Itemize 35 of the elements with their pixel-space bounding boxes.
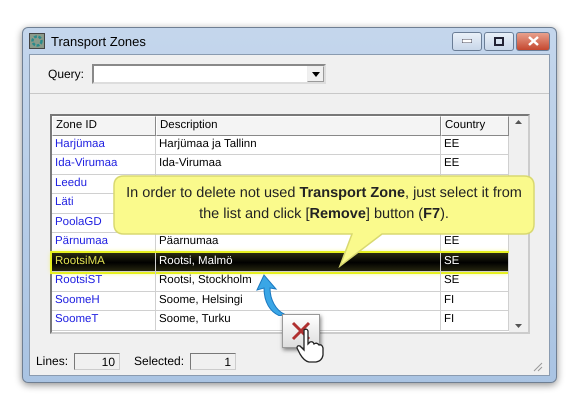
lines-count: 10 (74, 352, 120, 370)
table-row[interactable]: Harjümaa Harjümaa ja Tallinn EE (52, 136, 509, 155)
table-cell: RootsiMA (52, 252, 156, 272)
table-cell: Harjümaa (52, 136, 156, 155)
selected-label: Selected: (134, 354, 184, 368)
lines-label: Lines: (36, 354, 68, 368)
maximize-button[interactable] (484, 32, 514, 50)
window-title: Transport Zones (51, 34, 147, 48)
table-cell: SoomeH (52, 292, 156, 311)
maximize-icon (494, 36, 504, 46)
table-cell: Ida-Virumaa (156, 155, 441, 174)
curved-arrow (256, 274, 286, 316)
table-row[interactable]: Ida-Virumaa Ida-Virumaa EE (52, 155, 509, 174)
table-row[interactable]: RootsiMA Rootsi, Malmö SE (52, 252, 509, 272)
minimize-button[interactable] (452, 32, 482, 50)
column-header[interactable]: Description (156, 116, 441, 136)
column-header[interactable]: Country (441, 116, 509, 136)
table-cell: Harjümaa ja Tallinn (156, 136, 441, 155)
selected-count: 1 (190, 352, 236, 370)
close-icon (528, 36, 538, 46)
table-cell: RootsiST (52, 272, 156, 292)
query-label: Query: (48, 67, 84, 81)
scroll-up-icon[interactable] (515, 120, 522, 124)
dropdown-button[interactable] (307, 66, 324, 82)
scroll-down-icon[interactable] (515, 324, 522, 328)
close-button[interactable] (516, 32, 550, 50)
resize-grip-icon[interactable] (533, 362, 543, 372)
table-cell: Ida-Virumaa (52, 155, 156, 174)
minimize-icon (462, 39, 472, 43)
table-cell: SoomeT (52, 311, 156, 330)
x-icon (291, 321, 311, 341)
app-icon (29, 33, 45, 49)
column-header[interactable]: Zone ID (52, 116, 156, 136)
caret-icon (312, 72, 320, 76)
hand-cursor-icon (296, 328, 326, 364)
